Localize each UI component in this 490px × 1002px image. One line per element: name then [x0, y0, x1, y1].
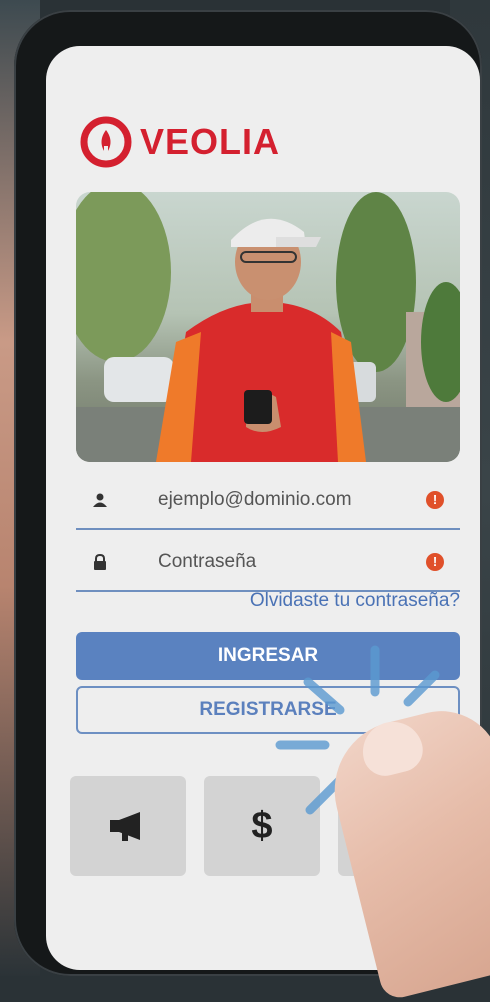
password-field[interactable]: Contraseña ! [76, 534, 460, 592]
veolia-logo-icon [80, 116, 132, 168]
user-icon [80, 492, 120, 508]
worker-photo [76, 192, 460, 462]
megaphone-icon [110, 812, 140, 841]
hero-photo [76, 192, 460, 462]
email-field[interactable]: ejemplo@dominio.com ! [76, 472, 460, 530]
email-value[interactable]: ejemplo@dominio.com [158, 489, 426, 511]
brand-name: VEOLIA [140, 121, 281, 162]
email-alert-icon: ! [426, 491, 444, 509]
brand-logo: VEOLIA [80, 114, 280, 170]
password-placeholder[interactable]: Contraseña [158, 551, 426, 573]
quick-action-reports[interactable] [70, 776, 186, 876]
forgot-password-link[interactable]: Olvidaste tu contraseña? [250, 590, 460, 612]
password-alert-icon: ! [426, 553, 444, 571]
lock-icon [80, 554, 120, 570]
